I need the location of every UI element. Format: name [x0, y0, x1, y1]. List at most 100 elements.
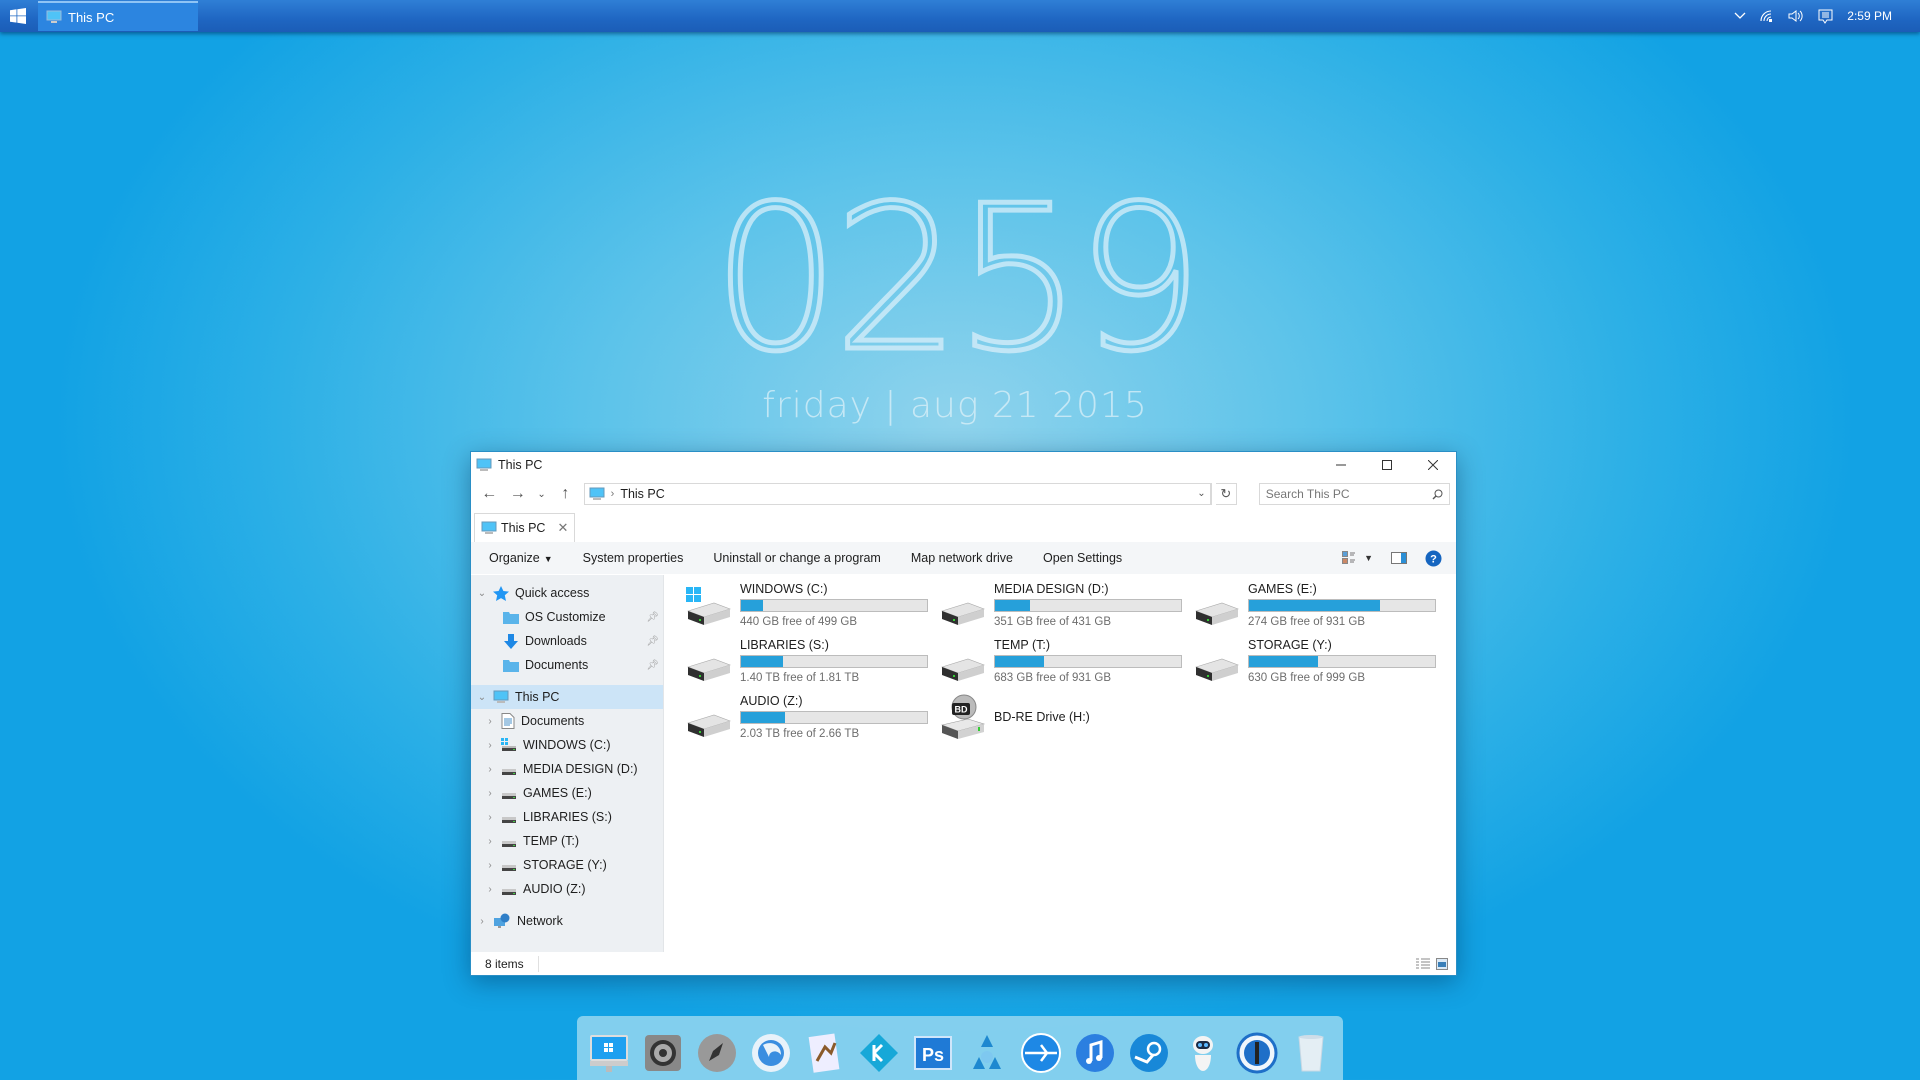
- dock-app-mixer[interactable]: [964, 1030, 1010, 1076]
- drive-tile[interactable]: LIBRARIES (S:) 1.40 TB free of 1.81 TB: [684, 637, 938, 685]
- sidebar-item-this-pc-child[interactable]: › TEMP (T:): [471, 829, 663, 853]
- tab-this-pc[interactable]: This PC ✕: [474, 513, 576, 542]
- drive-usage-fill: [1249, 655, 1318, 667]
- chevron-right-icon[interactable]: ›: [477, 916, 487, 927]
- computer-icon: [589, 487, 605, 500]
- window-title: This PC: [498, 458, 543, 472]
- refresh-icon: ↻: [1220, 486, 1232, 501]
- pin-icon[interactable]: 📌︎: [646, 660, 659, 671]
- computer-icon: [46, 10, 62, 23]
- sidebar-item-this-pc-child[interactable]: › Documents: [471, 709, 663, 733]
- dock-app-1password[interactable]: [1234, 1030, 1280, 1076]
- drive-free-space: 440 GB free of 499 GB: [740, 615, 857, 628]
- preview-pane-icon[interactable]: [1391, 552, 1407, 564]
- back-button[interactable]: ←: [477, 482, 502, 506]
- taskbar: This PC 2:59 PM: [0, 0, 1920, 32]
- sidebar-item-this-pc-child[interactable]: › GAMES (E:): [471, 781, 663, 805]
- dock-app-firefox[interactable]: [748, 1030, 794, 1076]
- optical-drive-tile[interactable]: BD BD-RE Drive (H:): [938, 693, 1192, 741]
- map-network-drive-button[interactable]: Map network drive: [911, 551, 1028, 565]
- address-bar[interactable]: › This PC ⌄: [583, 483, 1212, 505]
- drive-tile[interactable]: GAMES (E:) 274 GB free of 931 GB: [1192, 581, 1446, 629]
- minimize-button[interactable]: [1318, 452, 1364, 478]
- pin-icon[interactable]: 📌︎: [646, 612, 659, 623]
- drive-tile[interactable]: STORAGE (Y:) 630 GB free of 999 GB: [1192, 637, 1446, 685]
- drive-tile[interactable]: MEDIA DESIGN (D:) 351 GB free of 431 GB: [938, 581, 1192, 629]
- command-bar: Organize ▼ System properties Uninstall or…: [471, 542, 1456, 574]
- taskbar-item-this-pc[interactable]: This PC: [38, 1, 198, 31]
- forward-button[interactable]: →: [506, 482, 531, 506]
- search-box[interactable]: [1258, 483, 1451, 505]
- dock-app-photoshop[interactable]: Ps: [910, 1030, 956, 1076]
- drive-tile[interactable]: AUDIO (Z:) 2.03 TB free of 2.66 TB: [684, 693, 938, 741]
- dock-app-eve-robot[interactable]: [1180, 1030, 1226, 1076]
- chevron-right-icon[interactable]: ›: [485, 788, 495, 799]
- sidebar-item-os-customize[interactable]: OS Customize 📌︎: [471, 605, 663, 629]
- wifi-icon[interactable]: [1760, 10, 1774, 22]
- sidebar-item-quick-access[interactable]: ⌄ Quick access: [471, 581, 663, 605]
- sidebar-item-network[interactable]: › Network: [471, 909, 663, 933]
- chevron-right-icon[interactable]: ›: [485, 812, 495, 823]
- dock-app-steam[interactable]: [1126, 1030, 1172, 1076]
- uninstall-program-button[interactable]: Uninstall or change a program: [713, 551, 895, 565]
- maximize-button[interactable]: [1364, 452, 1410, 478]
- dock-app-system-settings[interactable]: [640, 1030, 686, 1076]
- title-bar[interactable]: This PC: [471, 452, 1456, 478]
- drive-tile[interactable]: TEMP (T:) 683 GB free of 931 GB: [938, 637, 1192, 685]
- sidebar-item-this-pc-child[interactable]: › STORAGE (Y:): [471, 853, 663, 877]
- change-view-button[interactable]: ▼: [1342, 551, 1373, 565]
- chevron-down-icon[interactable]: ⌄: [477, 588, 487, 599]
- close-button[interactable]: [1410, 452, 1456, 478]
- sidebar-item-this-pc-child[interactable]: › LIBRARIES (S:): [471, 805, 663, 829]
- details-view-icon[interactable]: [1416, 958, 1430, 970]
- breadcrumb-separator[interactable]: ›: [611, 488, 615, 500]
- drive-free-space: 1.40 TB free of 1.81 TB: [740, 671, 860, 684]
- sidebar-item-this-pc[interactable]: ⌄ This PC: [471, 685, 663, 709]
- maximize-icon: [1382, 460, 1392, 470]
- search-input[interactable]: [1265, 487, 1433, 501]
- chevron-right-icon[interactable]: ›: [485, 836, 495, 847]
- drive-name: STORAGE (Y:): [1248, 637, 1332, 652]
- organize-button[interactable]: Organize ▼: [489, 551, 568, 565]
- sidebar-item-this-pc-child[interactable]: › AUDIO (Z:): [471, 877, 663, 901]
- chevron-right-icon[interactable]: ›: [485, 740, 495, 751]
- chevron-right-icon[interactable]: ›: [485, 860, 495, 871]
- status-bar: 8 items: [471, 952, 1456, 975]
- tray-clock[interactable]: 2:59 PM: [1847, 9, 1892, 23]
- close-tab-icon[interactable]: ✕: [557, 520, 568, 536]
- chevron-right-icon[interactable]: ›: [485, 716, 495, 727]
- address-history-dropdown[interactable]: ⌄: [1193, 484, 1211, 504]
- dock-app-recycle-bin[interactable]: [1288, 1030, 1334, 1076]
- recent-locations-button[interactable]: ⌄: [534, 482, 549, 506]
- dock-app-mail[interactable]: [802, 1030, 848, 1076]
- volume-icon[interactable]: [1788, 10, 1804, 22]
- up-button[interactable]: ↑: [553, 482, 578, 506]
- open-settings-button[interactable]: Open Settings: [1043, 551, 1137, 565]
- action-center-icon[interactable]: [1818, 9, 1833, 24]
- chevron-down-icon[interactable]: ⌄: [477, 692, 487, 703]
- dock-app-this-pc[interactable]: [586, 1030, 632, 1076]
- start-button[interactable]: [0, 0, 36, 32]
- large-icons-view-icon[interactable]: [1436, 957, 1448, 970]
- dock-app-launchpad[interactable]: [694, 1030, 740, 1076]
- system-properties-button[interactable]: System properties: [583, 551, 699, 565]
- eve-robot-icon: [1193, 1036, 1213, 1071]
- arrow-up-icon: ↑: [561, 485, 570, 502]
- pin-icon[interactable]: 📌︎: [646, 636, 659, 647]
- sidebar-item-documents-quick[interactable]: Documents 📌︎: [471, 653, 663, 677]
- chevron-right-icon[interactable]: ›: [485, 884, 495, 895]
- refresh-button[interactable]: ↻: [1215, 483, 1237, 505]
- dock-app-itunes[interactable]: [1072, 1030, 1118, 1076]
- dock-app-browser[interactable]: [1018, 1030, 1064, 1076]
- help-icon[interactable]: ?: [1425, 550, 1442, 567]
- chevron-right-icon[interactable]: ›: [485, 764, 495, 775]
- sidebar-item-downloads[interactable]: Downloads 📌︎: [471, 629, 663, 653]
- drive-usage-bar: [1248, 654, 1436, 668]
- dock-app-kodi[interactable]: [856, 1030, 902, 1076]
- sidebar-item-this-pc-child[interactable]: › MEDIA DESIGN (D:): [471, 757, 663, 781]
- chevron-up-icon[interactable]: [1734, 12, 1746, 20]
- drive-tile[interactable]: WINDOWS (C:) 440 GB free of 499 GB: [684, 581, 938, 629]
- sidebar-item-label: Documents: [521, 714, 585, 728]
- breadcrumb-this-pc[interactable]: This PC: [620, 487, 664, 501]
- sidebar-item-this-pc-child[interactable]: › WINDOWS (C:): [471, 733, 663, 757]
